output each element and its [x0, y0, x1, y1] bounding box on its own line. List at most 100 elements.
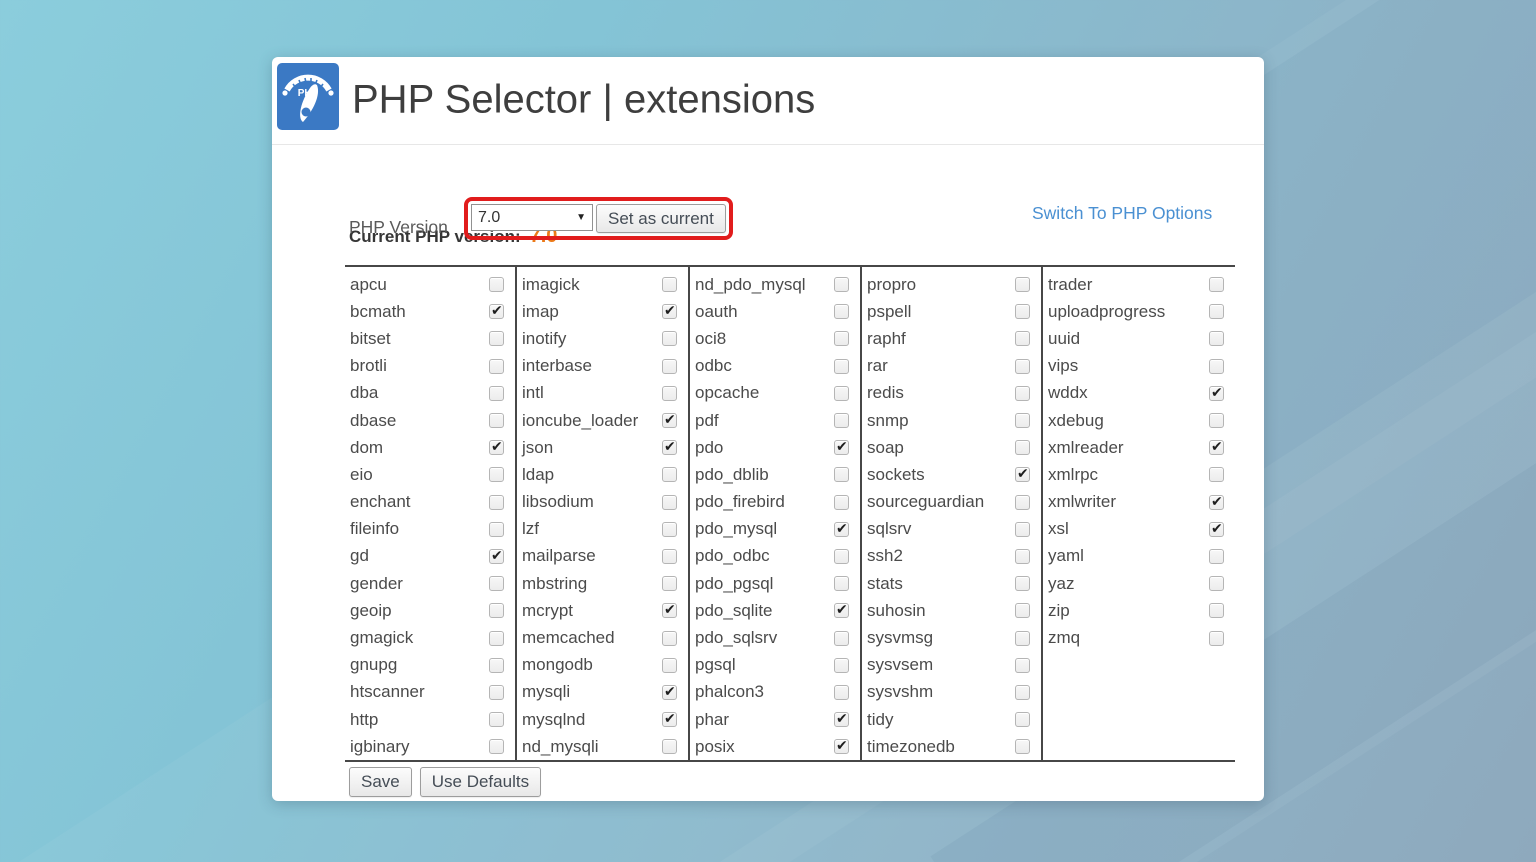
- extension-checkbox-apcu[interactable]: [489, 277, 504, 292]
- extension-checkbox-gnupg[interactable]: [489, 658, 504, 673]
- extension-checkbox-geoip[interactable]: [489, 603, 504, 618]
- extension-checkbox-yaz[interactable]: [1209, 576, 1224, 591]
- extension-checkbox-mysqlnd[interactable]: [662, 712, 677, 727]
- extension-checkbox-mbstring[interactable]: [662, 576, 677, 591]
- extension-checkbox-xsl[interactable]: [1209, 522, 1224, 537]
- extension-checkbox-mcrypt[interactable]: [662, 603, 677, 618]
- extension-checkbox-pdo_pgsql[interactable]: [834, 576, 849, 591]
- extension-checkbox-zmq[interactable]: [1209, 631, 1224, 646]
- extension-checkbox-phar[interactable]: [834, 712, 849, 727]
- extension-checkbox-uploadprogress[interactable]: [1209, 304, 1224, 319]
- extension-checkbox-bitset[interactable]: [489, 331, 504, 346]
- extension-checkbox-xmlrpc[interactable]: [1209, 467, 1224, 482]
- extension-checkbox-pdo_dblib[interactable]: [834, 467, 849, 482]
- extension-checkbox-dom[interactable]: [489, 440, 504, 455]
- switch-to-php-options-link[interactable]: Switch To PHP Options: [1032, 203, 1212, 224]
- extensions-column-1: apcubcmathbitsetbrotlidbadbasedomeioench…: [345, 267, 517, 760]
- extension-checkbox-nd_pdo_mysql[interactable]: [834, 277, 849, 292]
- extension-checkbox-pgsql[interactable]: [834, 658, 849, 673]
- extension-checkbox-json[interactable]: [662, 440, 677, 455]
- extension-label: oauth: [695, 302, 738, 322]
- extension-checkbox-pdo_firebird[interactable]: [834, 495, 849, 510]
- extension-row: mysqlnd: [517, 706, 688, 733]
- extension-checkbox-redis[interactable]: [1015, 386, 1030, 401]
- extension-checkbox-pdo_mysql[interactable]: [834, 522, 849, 537]
- extension-row: xmlrpc: [1043, 461, 1235, 488]
- extension-checkbox-sockets[interactable]: [1015, 467, 1030, 482]
- extension-checkbox-raphf[interactable]: [1015, 331, 1030, 346]
- extension-checkbox-interbase[interactable]: [662, 359, 677, 374]
- extension-checkbox-sysvsem[interactable]: [1015, 658, 1030, 673]
- extension-checkbox-sourceguardian[interactable]: [1015, 495, 1030, 510]
- extension-checkbox-mongodb[interactable]: [662, 658, 677, 673]
- extension-checkbox-eio[interactable]: [489, 467, 504, 482]
- extension-checkbox-dba[interactable]: [489, 386, 504, 401]
- extension-checkbox-ssh2[interactable]: [1015, 549, 1030, 564]
- extension-checkbox-soap[interactable]: [1015, 440, 1030, 455]
- extension-label: snmp: [867, 411, 909, 431]
- extension-label: sockets: [867, 465, 925, 485]
- extension-checkbox-ldap[interactable]: [662, 467, 677, 482]
- extension-checkbox-zip[interactable]: [1209, 603, 1224, 618]
- extension-checkbox-mailparse[interactable]: [662, 549, 677, 564]
- extension-checkbox-oauth[interactable]: [834, 304, 849, 319]
- extension-checkbox-ioncube_loader[interactable]: [662, 413, 677, 428]
- extension-checkbox-brotli[interactable]: [489, 359, 504, 374]
- extension-checkbox-pdo_sqlite[interactable]: [834, 603, 849, 618]
- extension-checkbox-pdf[interactable]: [834, 413, 849, 428]
- extension-checkbox-imap[interactable]: [662, 304, 677, 319]
- extension-checkbox-stats[interactable]: [1015, 576, 1030, 591]
- set-as-current-button[interactable]: Set as current: [596, 204, 726, 233]
- extension-checkbox-gender[interactable]: [489, 576, 504, 591]
- extension-checkbox-intl[interactable]: [662, 386, 677, 401]
- extension-checkbox-enchant[interactable]: [489, 495, 504, 510]
- extension-checkbox-suhosin[interactable]: [1015, 603, 1030, 618]
- extension-checkbox-oci8[interactable]: [834, 331, 849, 346]
- extension-checkbox-pdo_sqlsrv[interactable]: [834, 631, 849, 646]
- extension-checkbox-mysqli[interactable]: [662, 685, 677, 700]
- php-version-select[interactable]: 7.0 ▼: [471, 204, 593, 231]
- extension-checkbox-tidy[interactable]: [1015, 712, 1030, 727]
- extension-checkbox-gmagick[interactable]: [489, 631, 504, 646]
- extension-checkbox-rar[interactable]: [1015, 359, 1030, 374]
- extension-checkbox-timezonedb[interactable]: [1015, 739, 1030, 754]
- extension-checkbox-yaml[interactable]: [1209, 549, 1224, 564]
- extension-checkbox-posix[interactable]: [834, 739, 849, 754]
- extension-checkbox-pspell[interactable]: [1015, 304, 1030, 319]
- extension-label: enchant: [350, 492, 411, 512]
- extension-checkbox-xmlreader[interactable]: [1209, 440, 1224, 455]
- extension-checkbox-xmlwriter[interactable]: [1209, 495, 1224, 510]
- extension-checkbox-gd[interactable]: [489, 549, 504, 564]
- extension-checkbox-vips[interactable]: [1209, 359, 1224, 374]
- extension-checkbox-pdo[interactable]: [834, 440, 849, 455]
- extension-checkbox-igbinary[interactable]: [489, 739, 504, 754]
- use-defaults-button[interactable]: Use Defaults: [420, 767, 541, 797]
- extension-checkbox-dbase[interactable]: [489, 413, 504, 428]
- extension-checkbox-sqlsrv[interactable]: [1015, 522, 1030, 537]
- extension-checkbox-sysvmsg[interactable]: [1015, 631, 1030, 646]
- extension-checkbox-imagick[interactable]: [662, 277, 677, 292]
- extension-checkbox-bcmath[interactable]: [489, 304, 504, 319]
- extension-checkbox-fileinfo[interactable]: [489, 522, 504, 537]
- extension-checkbox-odbc[interactable]: [834, 359, 849, 374]
- extension-checkbox-wddx[interactable]: [1209, 386, 1224, 401]
- extension-checkbox-lzf[interactable]: [662, 522, 677, 537]
- extension-checkbox-xdebug[interactable]: [1209, 413, 1224, 428]
- extension-checkbox-snmp[interactable]: [1015, 413, 1030, 428]
- extension-checkbox-propro[interactable]: [1015, 277, 1030, 292]
- save-button[interactable]: Save: [349, 767, 412, 797]
- extension-checkbox-phalcon3[interactable]: [834, 685, 849, 700]
- extension-checkbox-memcached[interactable]: [662, 631, 677, 646]
- extension-checkbox-libsodium[interactable]: [662, 495, 677, 510]
- extension-row: xmlreader: [1043, 434, 1235, 461]
- extension-checkbox-pdo_odbc[interactable]: [834, 549, 849, 564]
- extension-checkbox-nd_mysqli[interactable]: [662, 739, 677, 754]
- extension-checkbox-http[interactable]: [489, 712, 504, 727]
- extension-checkbox-sysvshm[interactable]: [1015, 685, 1030, 700]
- extension-checkbox-uuid[interactable]: [1209, 331, 1224, 346]
- extension-checkbox-inotify[interactable]: [662, 331, 677, 346]
- extension-checkbox-opcache[interactable]: [834, 386, 849, 401]
- extension-checkbox-htscanner[interactable]: [489, 685, 504, 700]
- extension-checkbox-trader[interactable]: [1209, 277, 1224, 292]
- footer-buttons: Save Use Defaults: [349, 767, 541, 797]
